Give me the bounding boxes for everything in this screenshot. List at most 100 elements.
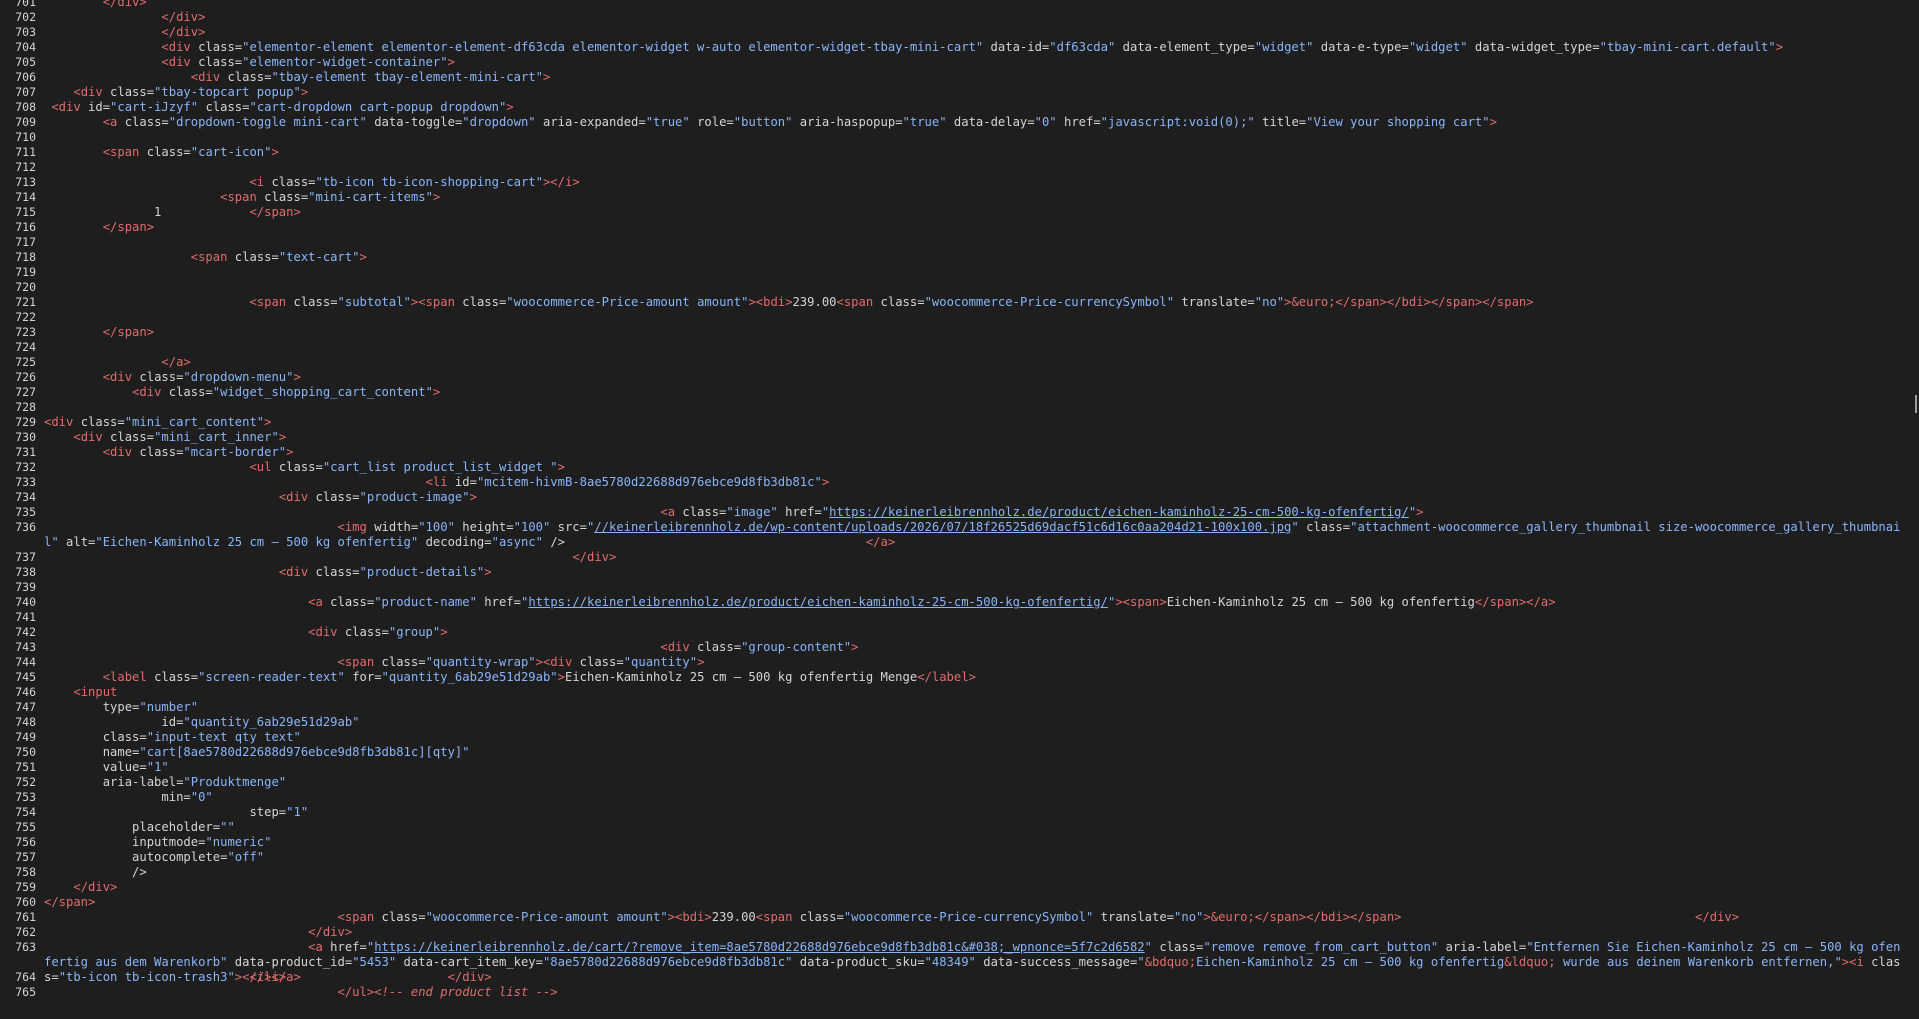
tag-token: <span (755, 910, 800, 924)
source-line: 759 </div> (0, 880, 1919, 895)
plain-token: Eichen-Kaminholz 25 cm – 500 kg ofenfert… (565, 670, 918, 684)
source-line: 742 <div class="group"> (0, 625, 1919, 640)
tag-token: > (506, 100, 514, 114)
attr-value-token: "cart_list product_list_widget " (322, 460, 558, 474)
attr-value-token: "df63cda" (1049, 40, 1116, 54)
source-link[interactable]: https://keinerleibrennholz.de/cart/?remo… (374, 940, 1144, 954)
plain-token: aria-expanded= (535, 115, 646, 129)
plain-token: class= (80, 415, 125, 429)
line-number: 764 (15, 970, 36, 984)
line-code: <div class="elementor-element elementor-… (44, 40, 1905, 55)
attr-value-token: "mcitem-hivmB-8ae5780d22688d976ebce9d8fb… (476, 475, 822, 489)
line-code: <span class="text-cart"> (44, 250, 1905, 265)
line-code: inputmode="numeric" (44, 835, 1905, 850)
source-line: 756 inputmode="numeric" (0, 835, 1919, 850)
attr-value-token: "elementor-widget-container" (242, 55, 448, 69)
tag-token: <a (308, 940, 331, 954)
line-number: 716 (15, 220, 36, 234)
line-number: 742 (15, 625, 36, 639)
attr-value-token: "tb-icon tb-icon-shopping-cart" (315, 175, 543, 189)
source-line: 727 <div class="widget_shopping_cart_con… (0, 385, 1919, 400)
tag-token: </span></bdi></span> (1254, 910, 1402, 924)
tag-token: </div> (161, 10, 206, 24)
source-line: 708 <div id="cart-iJzyf" class="cart-dro… (0, 100, 1919, 115)
tag-token: > (447, 55, 455, 69)
line-number: 722 (15, 310, 36, 324)
tag-token: <div (132, 385, 169, 399)
attr-value-token: "" (220, 820, 235, 834)
line-code: <span class="quantity-wrap"><div class="… (44, 655, 1905, 670)
plain-token: href= (1056, 115, 1101, 129)
attr-value-token: "woocommerce-Price-currencySymbol" (843, 910, 1094, 924)
tag-token: <span (220, 190, 265, 204)
plain-token: class= (381, 910, 426, 924)
line-number: 719 (15, 265, 36, 279)
tag-token: > (1489, 115, 1497, 129)
line-number: 718 (15, 250, 36, 264)
line-number: 763 (15, 940, 36, 954)
line-number: 703 (15, 25, 36, 39)
source-line: 719 (0, 265, 1919, 280)
scrollbar-marker[interactable] (1915, 395, 1917, 413)
attr-value-token: "group-content" (741, 640, 852, 654)
tag-token: ><bdi> (667, 910, 712, 924)
line-code: <div class="tbay-topcart popup"> (44, 85, 1905, 100)
tag-token: <img (337, 520, 375, 534)
source-line: 740 <a class="product-name" href="https:… (0, 595, 1919, 610)
tag-token: > (851, 640, 859, 654)
line-number: 759 (15, 880, 36, 894)
line-code: <div class="tbay-element tbay-element-mi… (44, 70, 1905, 85)
source-line: 744 <span class="quantity-wrap"><div cla… (0, 655, 1919, 670)
plain-token: aria-label= (1438, 940, 1527, 954)
source-line: 737 </div> (0, 550, 1919, 565)
tag-token: <i (249, 175, 272, 189)
tag-token: </span> (102, 220, 155, 234)
source-line: 730 <div class="mini_cart_inner"> (0, 430, 1919, 445)
attr-value-token: "widget_shopping_cart_content" (212, 385, 433, 399)
source-line: 720 (0, 280, 1919, 295)
source-line: 705 <div class="elementor-widget-contain… (0, 55, 1919, 70)
line-number: 757 (15, 850, 36, 864)
plain-token: role= (689, 115, 734, 129)
plain-token: class= (880, 295, 925, 309)
line-code: <div class="group"> (44, 625, 1905, 640)
source-link[interactable]: //keinerleibrennholz.de/wp-content/uploa… (594, 520, 1291, 534)
attr-value-token: "javascript:void(0);" (1100, 115, 1255, 129)
source-link[interactable]: https://keinerleibrennholz.de/product/ei… (528, 595, 1108, 609)
tag-token: > (440, 625, 448, 639)
tag-token: <a (660, 505, 683, 519)
attr-value-token: "48349" (924, 955, 976, 969)
line-number: 756 (15, 835, 36, 849)
source-line: 738 <div class="product-details"> (0, 565, 1919, 580)
tag-token: > (300, 85, 309, 99)
attr-value-token: " (1137, 955, 1145, 969)
line-code: <i class="tb-icon tb-icon-shopping-cart"… (44, 175, 1905, 190)
source-link[interactable]: https://keinerleibrennholz.de/product/ei… (829, 505, 1409, 519)
attr-value-token: "100" (418, 520, 455, 534)
attr-value-token: "widget" (1408, 40, 1468, 54)
source-line: 709 <a class="dropdown-toggle mini-cart"… (0, 115, 1919, 130)
line-number: 732 (15, 460, 36, 474)
source-line: 736 <img width="100" height="100" src="/… (0, 520, 1919, 550)
line-number: 738 (15, 565, 36, 579)
source-line: 753 min="0" (0, 790, 1919, 805)
source-line: 752 aria-label="Produktmenge" (0, 775, 1919, 790)
plain-token: class= (278, 460, 323, 474)
attr-value-token: "Eichen-Kaminholz 25 cm – 500 kg ofenfer… (95, 535, 419, 549)
line-number: 755 (15, 820, 36, 834)
attr-value-token: " (1144, 940, 1152, 954)
attr-value-token: "dropdown" (462, 115, 536, 129)
tag-token: > (278, 430, 287, 444)
source-line: 747 type="number" (0, 700, 1919, 715)
line-code: value="1" (44, 760, 1905, 775)
source-code-viewer[interactable]: 701 </div> 702 </div> 703 </div> 704 <div c… (0, 0, 1919, 1019)
plain-token: 239.00 (792, 295, 837, 309)
